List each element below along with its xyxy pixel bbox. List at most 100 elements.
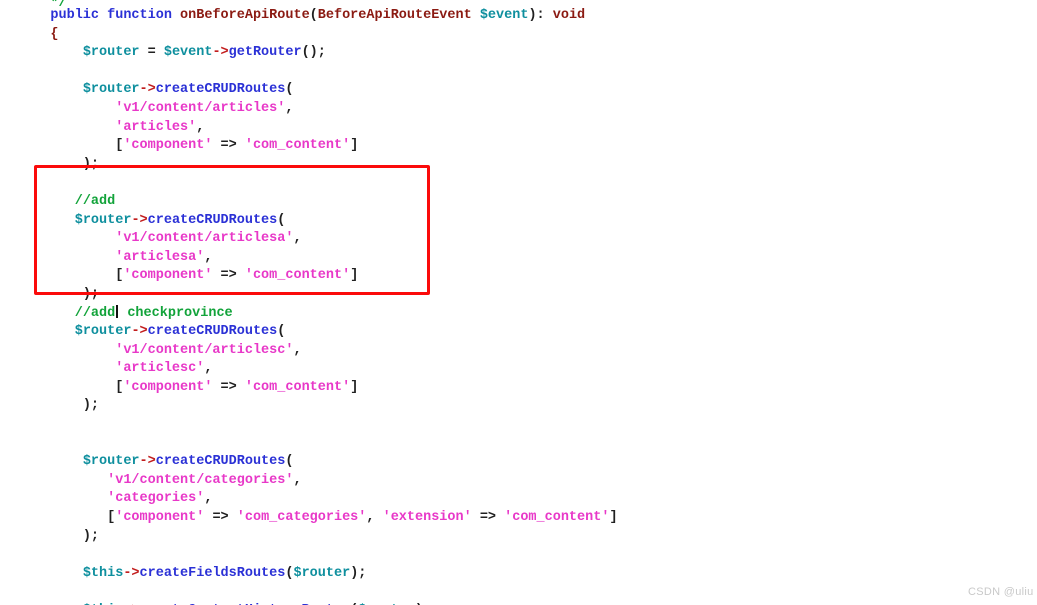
code-token: createCRUDRoutes (147, 324, 278, 340)
code-token: 'com_content' (504, 510, 610, 526)
code-token: -> (139, 82, 156, 98)
code-line[interactable] (0, 435, 1037, 454)
code-line[interactable]: $router->createCRUDRoutes( (0, 81, 1037, 100)
code-token: void (552, 8, 586, 23)
code-token: $router (74, 212, 132, 228)
code-token: 'v1/content/categories' (107, 472, 294, 488)
code-token: createCRUDRoutes (155, 82, 286, 98)
code-line[interactable]: ); (0, 156, 1037, 175)
code-token: public (50, 8, 100, 23)
code-token: ( (309, 8, 318, 23)
code-token: 'com_content' (244, 268, 351, 284)
code-line[interactable]: { (0, 26, 1037, 45)
code-line[interactable] (0, 583, 1037, 602)
code-line[interactable]: 'categories', (0, 490, 1037, 509)
code-token: , (293, 342, 302, 358)
code-token: -> (131, 324, 148, 340)
code-line[interactable]: 'v1/content/articles', (0, 100, 1037, 119)
code-token: { (50, 26, 59, 42)
code-line[interactable] (0, 416, 1037, 435)
code-line[interactable]: ['component' => 'com_content'] (0, 267, 1037, 286)
code-token: $router (82, 82, 140, 98)
code-token: checkprovince (119, 305, 233, 321)
code-line[interactable]: $router = $event->getRouter(); (0, 44, 1037, 63)
code-token: ): (528, 8, 553, 23)
code-line[interactable] (0, 174, 1037, 193)
code-token: = (139, 45, 164, 61)
code-line[interactable]: $this->createFieldsRoutes($router); (0, 565, 1037, 584)
code-token: => (212, 268, 245, 284)
code-token: , (293, 472, 302, 488)
code-token: function (107, 8, 172, 23)
code-token: , (293, 231, 302, 247)
code-line[interactable] (0, 546, 1037, 565)
code-line[interactable]: 'v1/content/categories', (0, 472, 1037, 491)
text-cursor-caret (116, 304, 119, 318)
code-token: ); (82, 528, 100, 544)
code-line[interactable]: //add checkprovince (0, 304, 1037, 324)
code-token: 'articlesa' (115, 249, 205, 265)
code-line[interactable]: */ (0, 0, 1037, 7)
code-token: createCRUDRoutes (155, 454, 286, 470)
code-token: $this (82, 565, 124, 581)
watermark-label: CSDN @uliu (968, 586, 1034, 598)
code-token: createFieldsRoutes (139, 565, 286, 581)
code-token: $router (74, 324, 132, 340)
code-line[interactable] (0, 63, 1037, 82)
code-line[interactable]: $router->createCRUDRoutes( (0, 212, 1037, 231)
code-token: , (366, 510, 383, 526)
code-line[interactable]: ); (0, 286, 1037, 305)
code-token: ); (82, 286, 100, 302)
code-token: , (196, 119, 205, 135)
code-editor-viewport[interactable]: */ public function onBeforeApiRoute(Befo… (0, 0, 1037, 605)
code-token: 'v1/content/articlesa' (115, 231, 294, 247)
code-token: 'categories' (107, 491, 205, 507)
code-token: ); (350, 565, 367, 581)
code-line[interactable]: ['component' => 'com_content'] (0, 137, 1037, 156)
code-token: => (212, 379, 245, 395)
code-token: ] (609, 510, 618, 526)
code-token: -> (212, 45, 229, 61)
code-token: ( (285, 454, 294, 470)
code-token: $event (163, 45, 213, 61)
code-line[interactable]: 'v1/content/articlesc', (0, 342, 1037, 361)
code-token: 'com_content' (244, 379, 351, 395)
code-token: => (204, 510, 237, 526)
code-token: //add (74, 305, 116, 321)
code-line[interactable]: ['component' => 'com_categories', 'exten… (0, 509, 1037, 528)
code-line[interactable]: $router->createCRUDRoutes( (0, 323, 1037, 342)
code-line[interactable]: //add (0, 193, 1037, 212)
code-line[interactable]: 'v1/content/articlesa', (0, 230, 1037, 249)
code-line[interactable]: ); (0, 397, 1037, 416)
code-line[interactable]: ); (0, 528, 1037, 547)
code-token: -> (131, 212, 148, 228)
code-token: 'extension' (382, 510, 472, 526)
code-token: ] (350, 138, 359, 154)
code-line[interactable]: $router->createCRUDRoutes( (0, 453, 1037, 472)
code-token: //add (74, 193, 116, 209)
code-line[interactable]: 'articles', (0, 119, 1037, 138)
code-line[interactable]: ['component' => 'com_content'] (0, 379, 1037, 398)
code-token: ); (82, 398, 100, 414)
code-token: */ (50, 0, 66, 7)
code-token: ] (350, 268, 359, 284)
code-line[interactable]: public function onBeforeApiRoute(BeforeA… (0, 7, 1037, 26)
code-line[interactable]: 'articlesa', (0, 249, 1037, 268)
code-token: $router (293, 565, 351, 581)
code-line[interactable]: 'articlesc', (0, 360, 1037, 379)
